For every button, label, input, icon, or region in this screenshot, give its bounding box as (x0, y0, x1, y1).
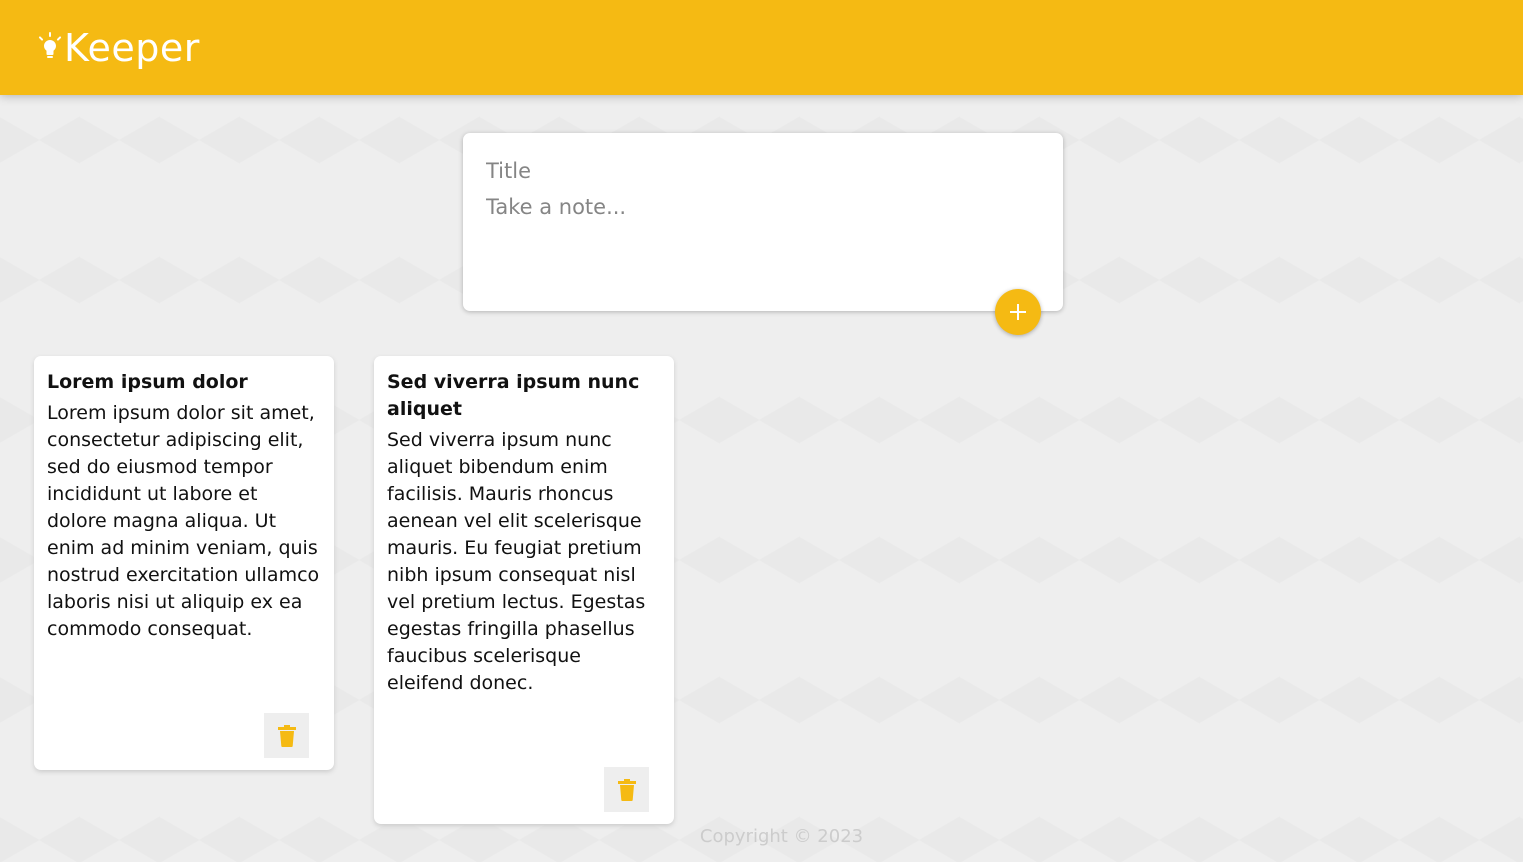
note-card: Lorem ipsum dolor Lorem ipsum dolor sit … (34, 356, 334, 770)
note-title-input[interactable] (486, 156, 1046, 186)
delete-note-button[interactable] (604, 767, 649, 812)
add-note-button[interactable] (995, 289, 1041, 335)
app-header: Keeper (0, 0, 1523, 95)
note-title: Lorem ipsum dolor (47, 371, 248, 393)
app-title: Keeper (64, 25, 200, 70)
footer: Copyright © 2023 (0, 826, 1523, 847)
create-note-form (463, 133, 1063, 335)
note-card: Sed viverra ipsum nunc aliquet Sed viver… (374, 356, 674, 824)
plus-icon (1010, 304, 1026, 320)
trash-icon (617, 778, 636, 801)
note-content-input[interactable] (486, 195, 1046, 275)
note-title: Sed viverra ipsum nunc aliquet (387, 371, 640, 420)
note-content: Lorem ipsum dolor sit amet, consectetur … (47, 402, 320, 640)
lightbulb-icon (38, 31, 62, 58)
logo: Keeper (38, 26, 200, 70)
copyright-text: Copyright © 2023 (699, 826, 864, 847)
note-content: Sed viverra ipsum nunc aliquet bibendum … (387, 429, 646, 694)
trash-icon (277, 724, 296, 747)
delete-note-button[interactable] (264, 713, 309, 758)
